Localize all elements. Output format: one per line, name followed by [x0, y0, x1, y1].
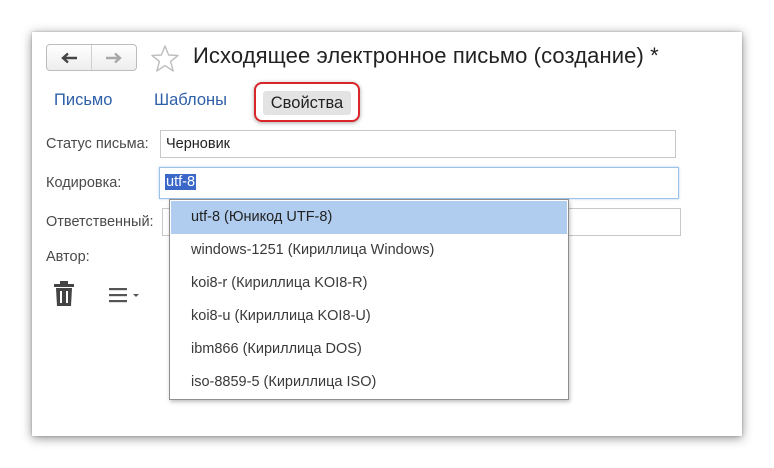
status-label: Статус письма: [46, 136, 149, 152]
arrow-right-icon [106, 52, 122, 63]
back-button[interactable] [47, 45, 91, 70]
dropdown-option[interactable]: koi8-u (Кириллица KOI8-U) [171, 300, 567, 333]
menu-dropdown-icon[interactable] [109, 287, 145, 303]
encoding-field[interactable]: utf-8 [159, 167, 679, 199]
page-title: Исходящее электронное письмо (создание) … [193, 43, 659, 68]
star-icon[interactable] [150, 44, 180, 74]
trash-icon[interactable] [53, 281, 75, 307]
arrow-left-icon [61, 52, 77, 63]
email-form-window: Исходящее электронное письмо (создание) … [32, 32, 742, 436]
tab-templates[interactable]: Шаблоны [154, 91, 227, 110]
encoding-value: utf-8 [165, 174, 197, 190]
forward-button[interactable] [91, 45, 136, 70]
highlight-frame: Свойства [254, 82, 360, 122]
dropdown-option[interactable]: iso-8859-5 (Кириллица ISO) [171, 366, 567, 399]
dropdown-option[interactable]: koi8-r (Кириллица KOI8-R) [171, 267, 567, 300]
status-field[interactable]: Черновик [160, 130, 676, 158]
tab-properties[interactable]: Свойства [263, 91, 351, 115]
dropdown-option[interactable]: utf-8 (Юникод UTF-8) [171, 201, 567, 234]
history-nav [46, 44, 137, 71]
dropdown-option[interactable]: ibm866 (Кириллица DOS) [171, 333, 567, 366]
encoding-label: Кодировка: [46, 175, 122, 191]
responsible-label: Ответственный: [46, 214, 154, 230]
dropdown-option[interactable]: windows-1251 (Кириллица Windows) [171, 234, 567, 267]
encoding-dropdown: utf-8 (Юникод UTF-8) windows-1251 (Кирил… [169, 199, 569, 400]
author-label: Автор: [46, 249, 90, 265]
tab-letter[interactable]: Письмо [54, 91, 112, 110]
